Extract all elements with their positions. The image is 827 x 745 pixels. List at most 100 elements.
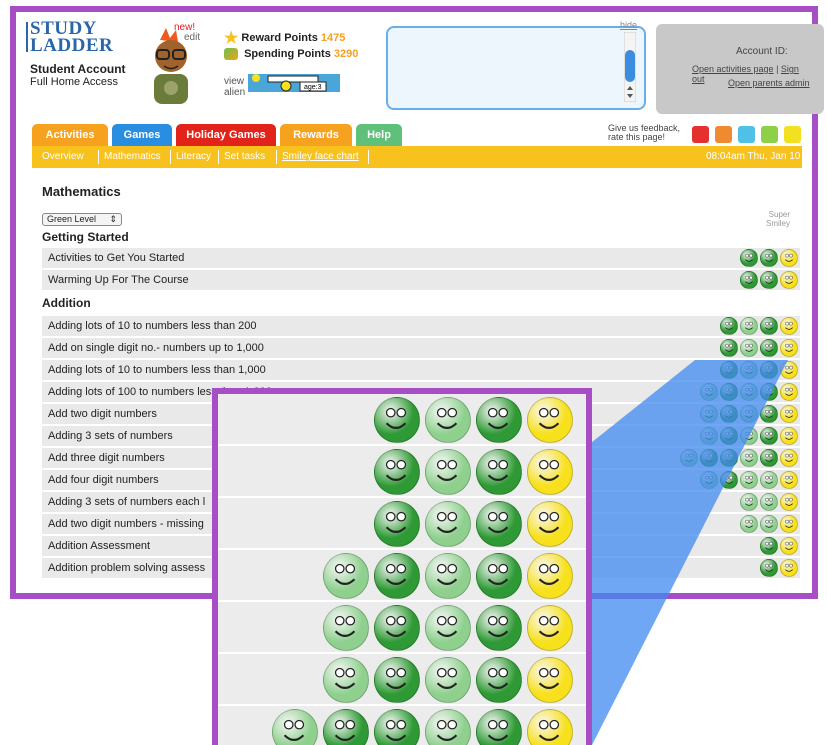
smiley-dark-icon bbox=[760, 339, 778, 357]
smiley-light-icon bbox=[323, 553, 369, 599]
rate-neutral-button[interactable] bbox=[738, 126, 755, 143]
level-select[interactable]: Green Level ⇕ bbox=[42, 213, 122, 226]
activity-smileys bbox=[760, 537, 798, 555]
edit-avatar-link[interactable]: edit bbox=[184, 32, 200, 43]
smiley-yellow-icon bbox=[780, 515, 798, 533]
page-title: Mathematics bbox=[42, 184, 121, 199]
subnav-smiley-face-chart[interactable]: Smiley face chart bbox=[282, 151, 359, 162]
tab-help[interactable]: Help bbox=[356, 124, 402, 146]
smiley-dark-icon bbox=[720, 449, 738, 467]
account-title: Student Account bbox=[30, 62, 126, 76]
activity-label[interactable]: Add on single digit no.- numbers up to 1… bbox=[48, 342, 264, 354]
smiley-light-icon bbox=[740, 339, 758, 357]
alien-age: age:3 bbox=[304, 84, 322, 91]
subnav-divider bbox=[218, 150, 219, 164]
activity-row[interactable]: Activities to Get You Started bbox=[42, 248, 800, 268]
subnav-divider bbox=[276, 150, 277, 164]
open-activities-link[interactable]: Open activities page bbox=[692, 64, 774, 74]
activity-label[interactable]: Adding 3 sets of numbers each l bbox=[48, 496, 205, 508]
activity-label[interactable]: Addition problem solving assess bbox=[48, 562, 205, 574]
smiley-yellow-icon bbox=[780, 339, 798, 357]
activity-smileys bbox=[700, 405, 798, 423]
smiley-dark-icon bbox=[700, 449, 718, 467]
activity-label[interactable]: Adding lots of 10 to numbers less than 1… bbox=[48, 364, 266, 376]
smiley-light-icon bbox=[740, 449, 758, 467]
subnav-overview[interactable]: Overview bbox=[42, 151, 84, 162]
group-heading-getting-started: Getting Started bbox=[42, 230, 129, 244]
activity-label[interactable]: Activities to Get You Started bbox=[48, 252, 184, 264]
rate-sad-button[interactable] bbox=[715, 126, 732, 143]
smiley-dark-icon bbox=[476, 605, 522, 651]
subnav-divider bbox=[170, 150, 171, 164]
smiley-dark-icon bbox=[740, 271, 758, 289]
activity-smileys bbox=[700, 383, 798, 401]
activity-label[interactable]: Add three digit numbers bbox=[48, 452, 165, 464]
subnav-literacy[interactable]: Literacy bbox=[176, 151, 211, 162]
smiley-light-icon bbox=[425, 397, 471, 443]
zoom-row bbox=[218, 446, 586, 498]
smiley-dark-icon bbox=[760, 559, 778, 577]
smiley-dark-icon bbox=[374, 709, 420, 745]
rate-happy-button[interactable] bbox=[761, 126, 778, 143]
smiley-yellow-icon bbox=[780, 427, 798, 445]
smiley-dark-icon bbox=[476, 501, 522, 547]
smiley-yellow-icon bbox=[780, 361, 798, 379]
sub-navigation: Overview Mathematics Literacy Set tasks … bbox=[32, 146, 802, 168]
smiley-light-icon bbox=[425, 449, 471, 495]
activity-row[interactable]: Adding lots of 10 to numbers less than 1… bbox=[42, 360, 800, 380]
subnav-set-tasks[interactable]: Set tasks bbox=[224, 151, 265, 162]
zoom-row bbox=[218, 602, 586, 654]
activity-label[interactable]: Add two digit numbers bbox=[48, 408, 157, 420]
smiley-dark-icon bbox=[760, 537, 778, 555]
tab-games[interactable]: Games bbox=[112, 124, 172, 146]
smiley-light-icon bbox=[425, 501, 471, 547]
logo[interactable]: STUDY LADDER bbox=[30, 19, 114, 56]
smiley-dark-icon bbox=[760, 449, 778, 467]
activity-row[interactable]: Warming Up For The Course bbox=[42, 270, 800, 290]
smiley-dark-icon bbox=[476, 397, 522, 443]
subnav-divider bbox=[368, 150, 369, 164]
tab-holiday-games[interactable]: Holiday Games bbox=[176, 124, 276, 146]
tab-activities[interactable]: Activities bbox=[32, 124, 108, 146]
subnav-mathematics[interactable]: Mathematics bbox=[104, 151, 161, 162]
activity-label[interactable]: Adding lots of 10 to numbers less than 2… bbox=[48, 320, 257, 332]
activity-label[interactable]: Add four digit numbers bbox=[48, 474, 159, 486]
activity-smileys bbox=[680, 449, 798, 467]
logo-line-2: LADDER bbox=[30, 35, 114, 56]
rate-very-sad-button[interactable] bbox=[692, 126, 709, 143]
smiley-dark-icon bbox=[374, 553, 420, 599]
smiley-light-icon bbox=[740, 471, 758, 489]
zoom-row bbox=[218, 498, 586, 550]
activity-label[interactable]: Add two digit numbers - missing bbox=[48, 518, 204, 530]
smiley-yellow-icon bbox=[780, 471, 798, 489]
activity-row[interactable]: Add on single digit no.- numbers up to 1… bbox=[42, 338, 800, 358]
message-box[interactable] bbox=[386, 26, 646, 110]
smiley-dark-icon bbox=[720, 471, 738, 489]
activity-smileys bbox=[720, 361, 798, 379]
smiley-yellow-icon bbox=[527, 605, 573, 651]
activity-label[interactable]: Adding 3 sets of numbers bbox=[48, 430, 173, 442]
smiley-light-icon bbox=[700, 405, 718, 423]
smiley-light-icon bbox=[760, 471, 778, 489]
activity-label[interactable]: Addition Assessment bbox=[48, 540, 150, 552]
open-parents-link[interactable]: Open parents admin bbox=[728, 78, 810, 88]
smiley-dark-icon bbox=[760, 427, 778, 445]
alien-preview[interactable]: age:3 bbox=[248, 72, 340, 94]
activity-label[interactable]: Warming Up For The Course bbox=[48, 274, 189, 286]
zoom-row bbox=[218, 706, 586, 745]
hide-message-link[interactable]: hide bbox=[620, 20, 637, 30]
subnav-divider bbox=[98, 150, 99, 164]
smiley-dark-icon bbox=[760, 361, 778, 379]
smiley-dark-icon bbox=[374, 657, 420, 703]
reward-points-label: Reward Points bbox=[241, 31, 318, 44]
smiley-yellow-icon bbox=[780, 449, 798, 467]
view-alien-link[interactable]: view alien bbox=[224, 76, 245, 98]
message-scrollbar[interactable] bbox=[623, 31, 637, 103]
smiley-light-icon bbox=[740, 515, 758, 533]
smiley-light-icon bbox=[680, 449, 698, 467]
activity-row[interactable]: Adding lots of 10 to numbers less than 2… bbox=[42, 316, 800, 336]
chevron-updown-icon: ⇕ bbox=[109, 214, 117, 224]
smiley-light-icon bbox=[740, 317, 758, 335]
tab-rewards[interactable]: Rewards bbox=[280, 124, 352, 146]
rate-very-happy-button[interactable] bbox=[784, 126, 801, 143]
